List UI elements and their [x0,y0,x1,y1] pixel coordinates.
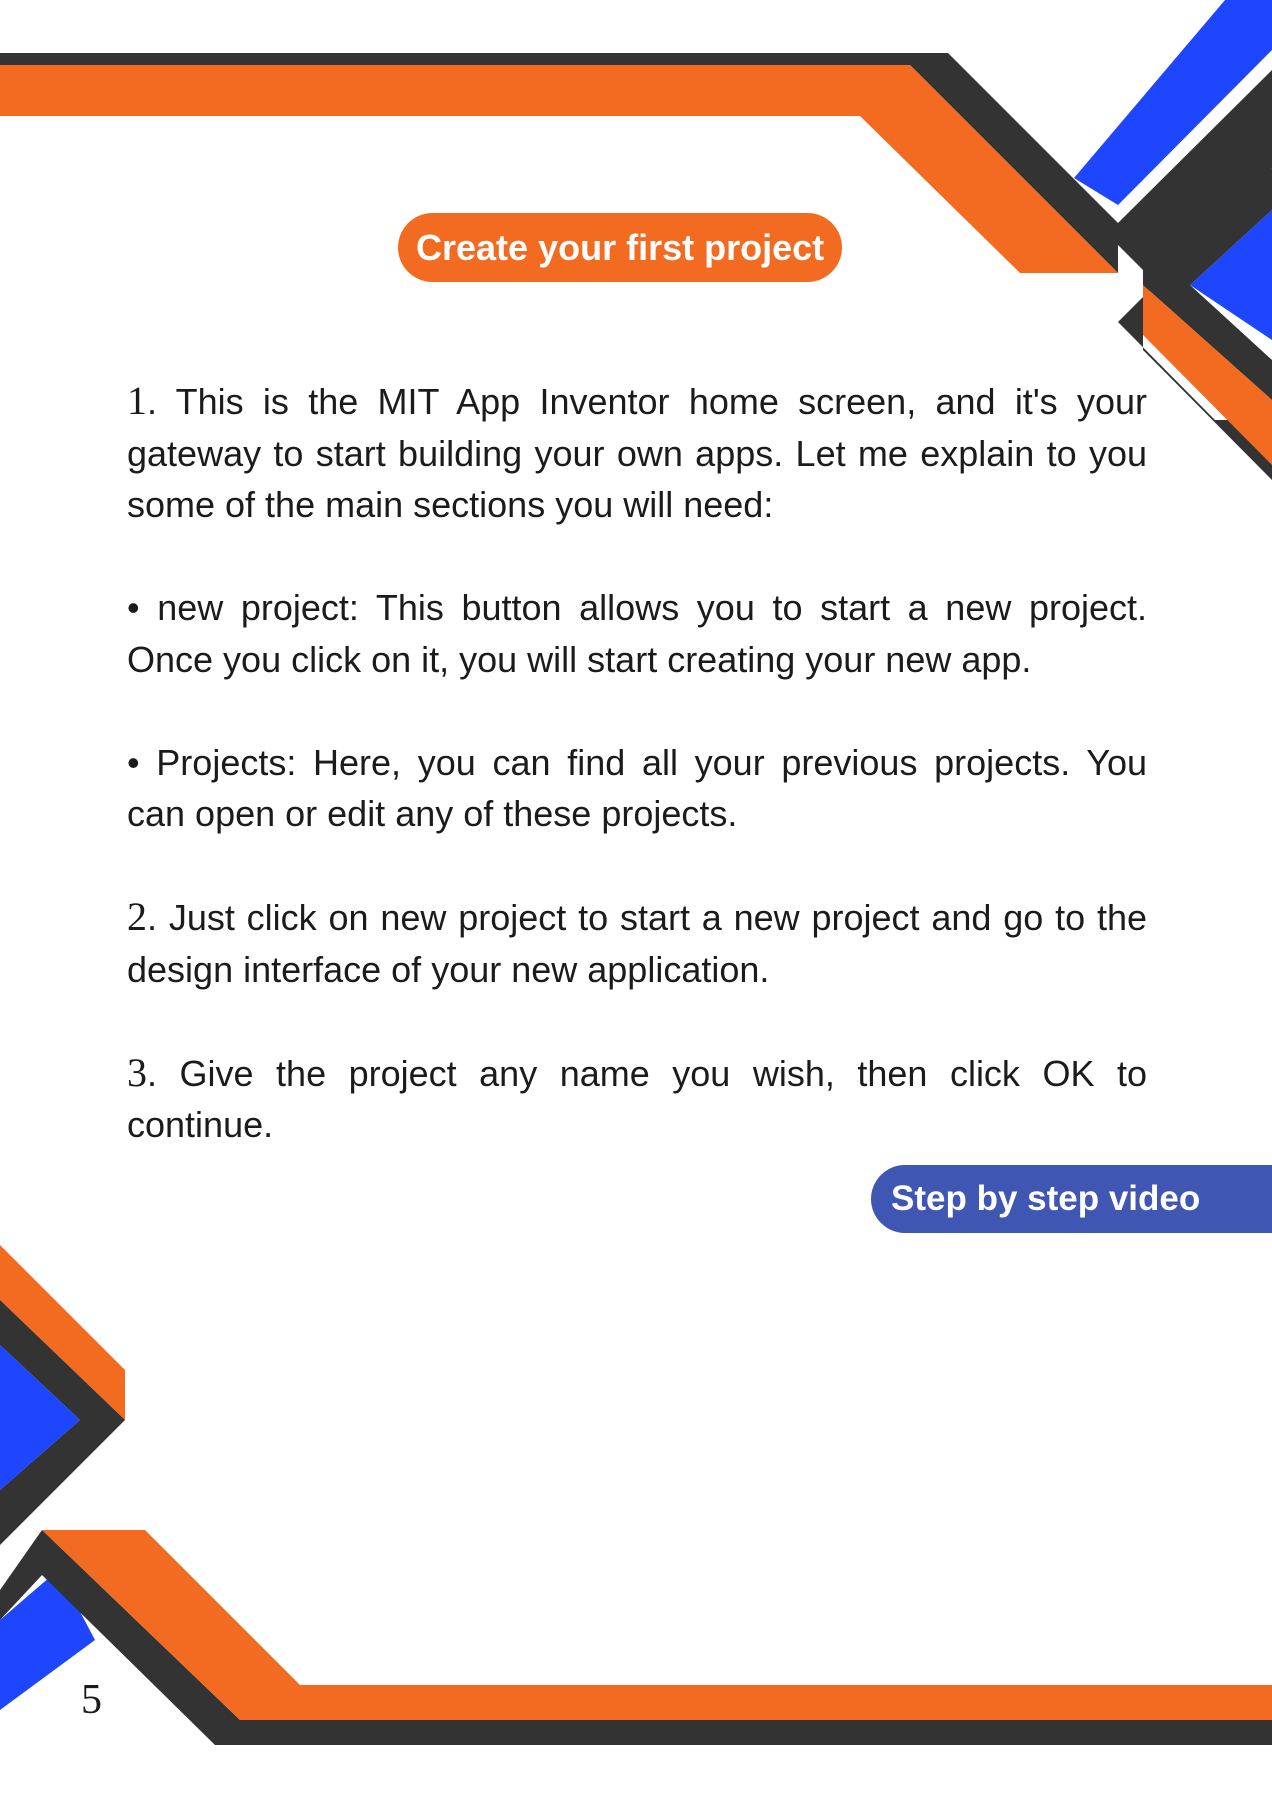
step-1-paragraph: 1. This is the MIT App Inventor home scr… [127,375,1147,531]
step-by-step-video-button[interactable]: Step by step video [871,1165,1272,1233]
step-2-paragraph: 2. Just click on new project to start a … [127,891,1147,995]
projects-bullet-text: • Projects: Here, you can find all your … [127,741,1147,835]
step-3-number: 3 [127,1049,147,1095]
step-2-number: 2 [127,894,147,939]
page-number: 5 [81,1677,102,1723]
projects-bullet: • Projects: Here, you can find all your … [127,737,1147,840]
new-project-bullet-text: • new project: This button allows you to… [127,587,1147,680]
bottom-left-orange-band [42,1530,1272,1720]
content-body: 1. This is the MIT App Inventor home scr… [127,375,1147,1202]
step-2-text: . Just click on new project to start a n… [127,897,1147,990]
step-1-text: . This is the MIT App Inventor home scre… [127,381,1147,525]
step-3-text: . Give the project any name you wish, th… [127,1052,1147,1146]
step-1-number: 1 [127,378,147,423]
new-project-bullet: • new project: This button allows you to… [127,582,1147,685]
page-title: Create your first project [398,213,843,282]
step-3-paragraph: 3. Give the project any name you wish, t… [127,1047,1147,1151]
